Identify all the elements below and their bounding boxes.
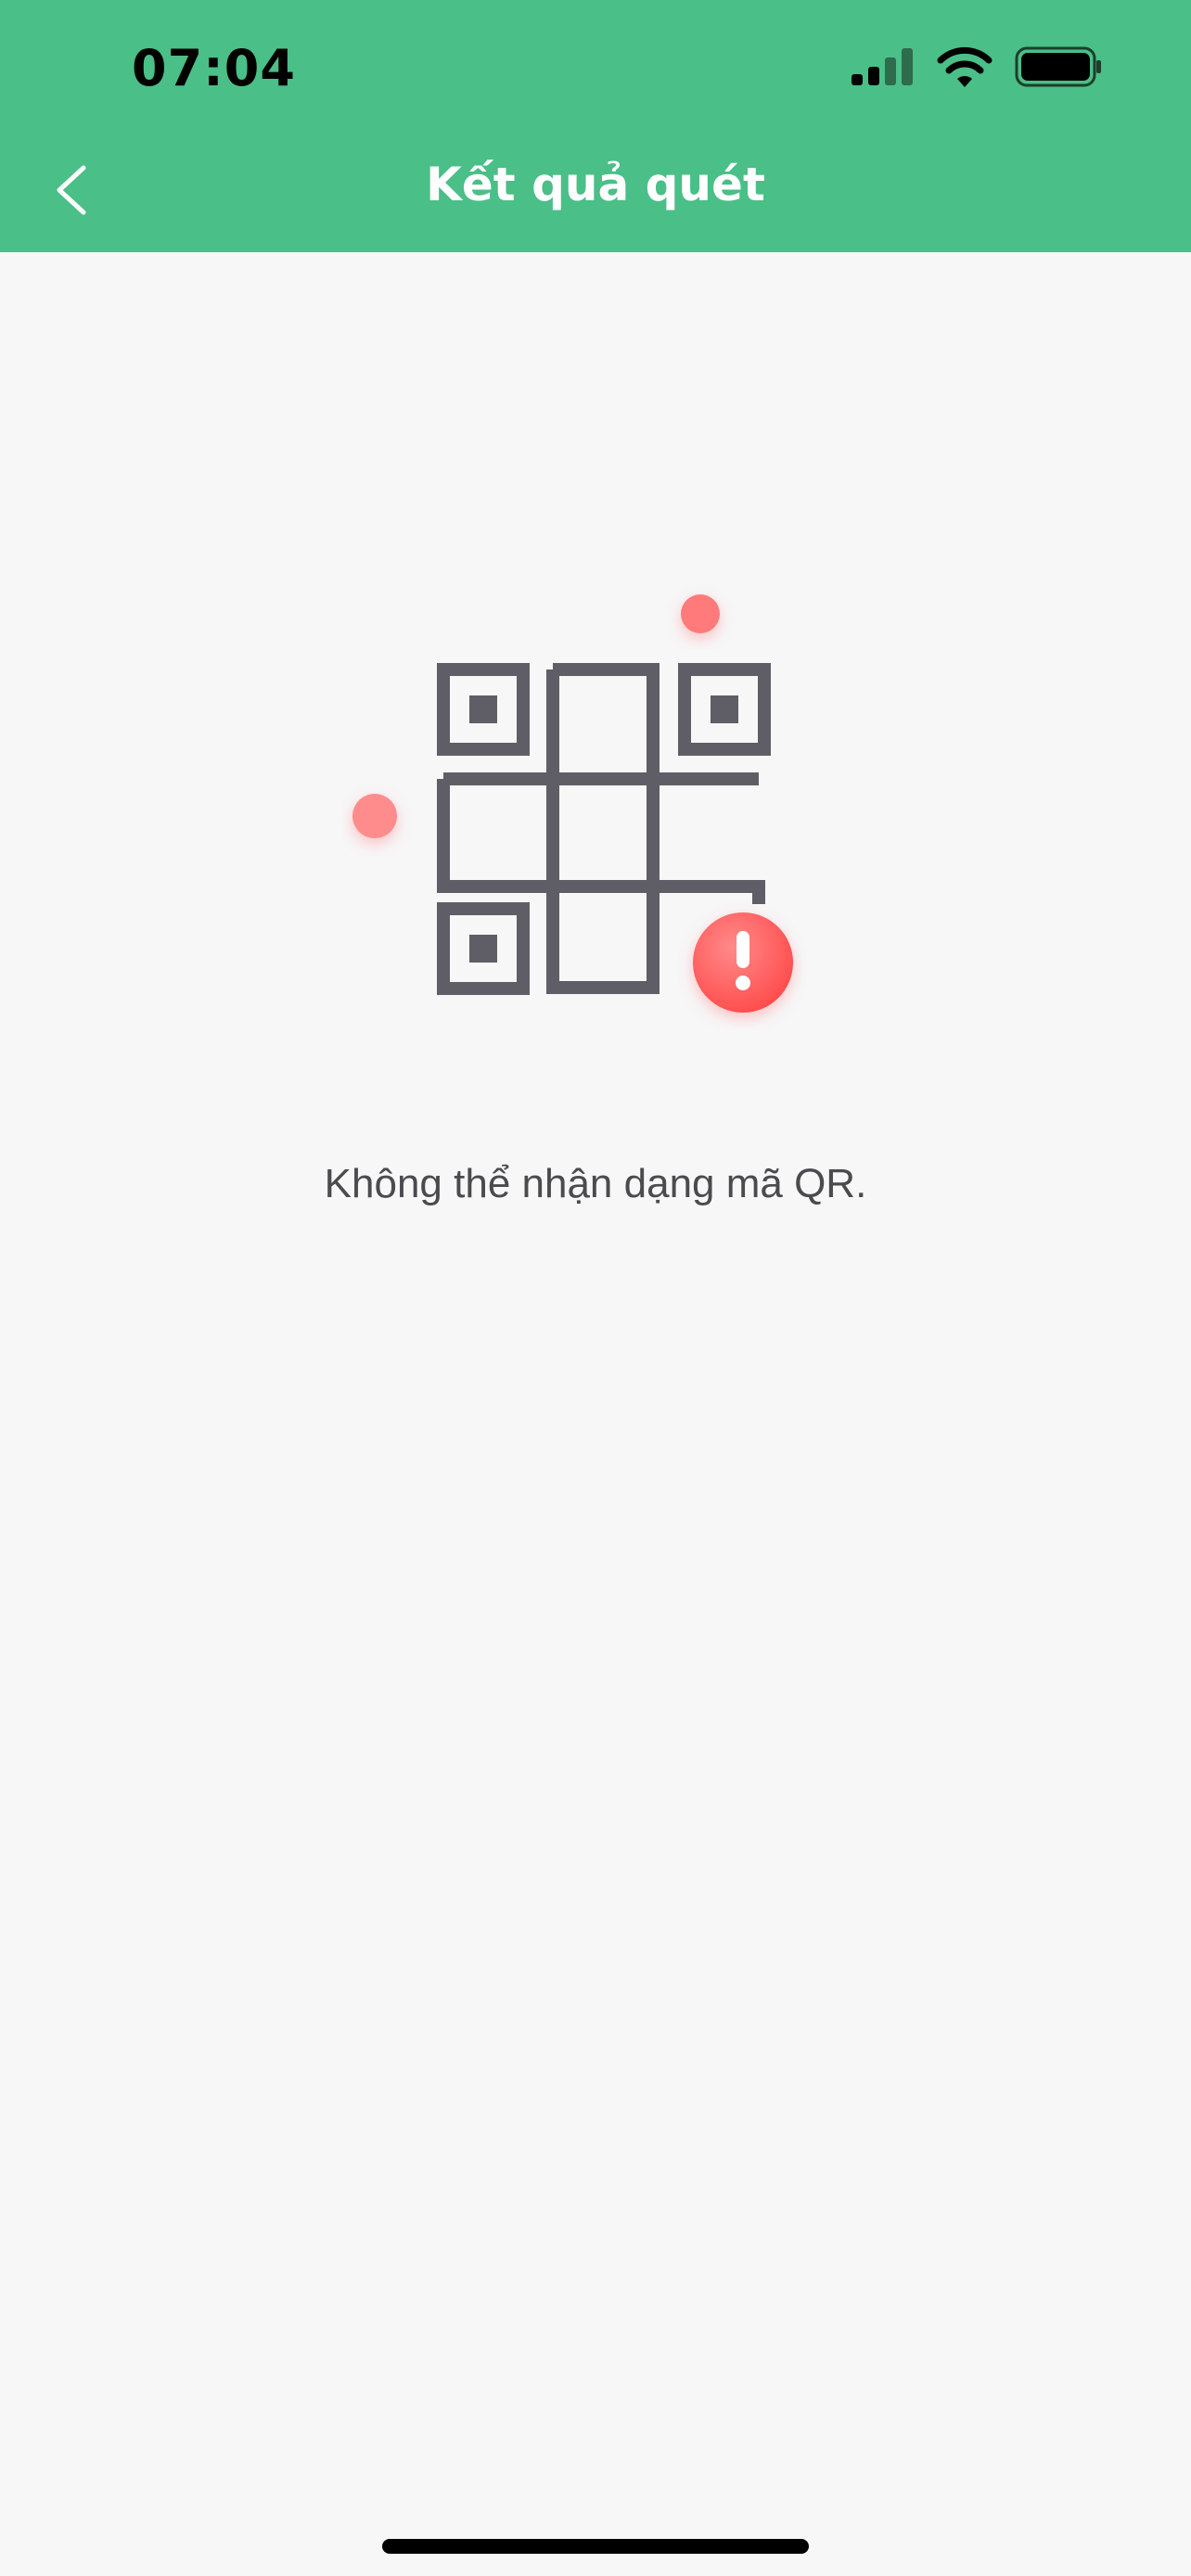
wifi-icon [937, 46, 992, 87]
decorative-dot-top [681, 594, 720, 633]
home-indicator[interactable] [382, 2539, 809, 2554]
error-message: Không thể nhận dạng mã QR. [324, 1161, 867, 1206]
header-bar: 07:04 Kết quả quét [0, 0, 1191, 252]
cellular-signal-icon [852, 48, 913, 85]
scan-result-screen: 07:04 Kết quả quét Không thể nhận dạng m… [0, 0, 1191, 2576]
battery-icon [1015, 46, 1101, 87]
qr-code-error-illustration [352, 594, 793, 1013]
decorative-dot-left [352, 794, 397, 838]
error-badge-icon [693, 912, 793, 1013]
page-title: Kết quả quét [426, 158, 765, 211]
status-icons [852, 46, 1102, 87]
status-time: 07:04 [132, 39, 296, 97]
